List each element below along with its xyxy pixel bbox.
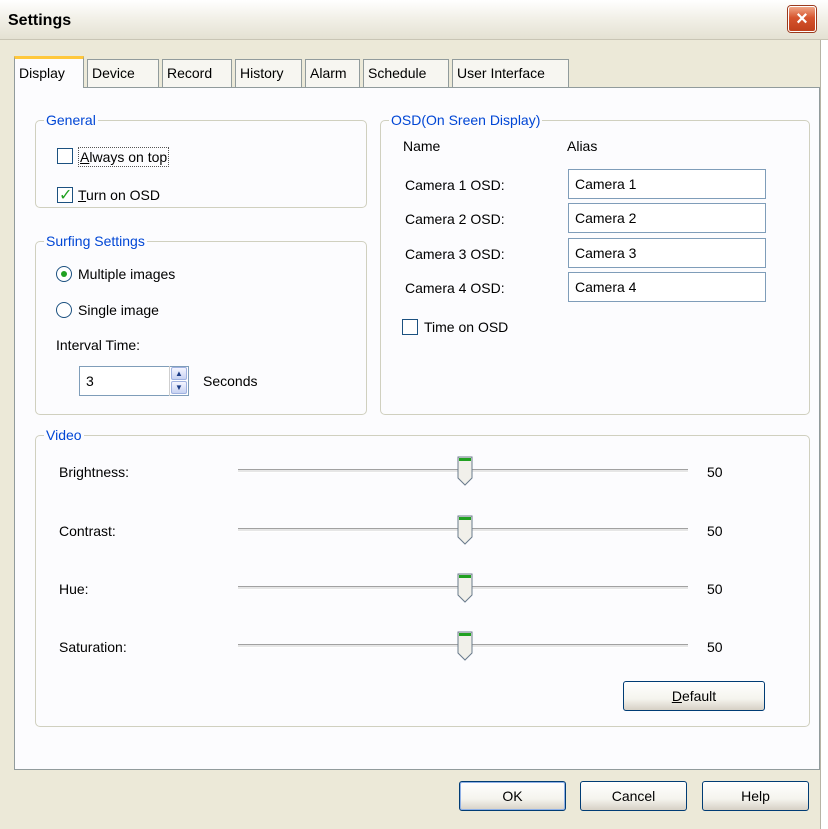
close-button[interactable]: × bbox=[788, 6, 816, 32]
video-group: Video Brightness: 50 Contrast: 50 Hue: 5… bbox=[35, 426, 810, 727]
surfing-settings-legend: Surfing Settings bbox=[44, 232, 147, 250]
saturation-slider-thumb[interactable] bbox=[457, 631, 473, 661]
background-window-edge bbox=[820, 40, 828, 829]
check-mark-icon: ✓ bbox=[59, 187, 73, 204]
radio-selected-dot bbox=[61, 271, 67, 277]
contrast-slider-thumb[interactable] bbox=[457, 515, 473, 545]
camera-2-alias-input[interactable]: Camera 2 bbox=[568, 203, 766, 233]
tab-alarm[interactable]: Alarm bbox=[305, 59, 360, 87]
default-button[interactable]: Default bbox=[623, 681, 765, 711]
interval-time-label: Interval Time: bbox=[56, 337, 141, 353]
settings-dialog: Settings × Display Device Record History… bbox=[0, 0, 828, 829]
contrast-value: 50 bbox=[707, 523, 723, 539]
cancel-button[interactable]: Cancel bbox=[580, 781, 687, 811]
camera-1-alias-input[interactable]: Camera 1 bbox=[568, 169, 766, 199]
time-on-osd-checkbox[interactable] bbox=[402, 319, 418, 335]
single-image-label[interactable]: Single image bbox=[78, 301, 159, 319]
hue-value: 50 bbox=[707, 581, 723, 597]
brightness-value: 50 bbox=[707, 464, 723, 480]
video-legend: Video bbox=[44, 426, 84, 444]
tab-schedule[interactable]: Schedule bbox=[363, 59, 449, 87]
multiple-images-label[interactable]: Multiple images bbox=[78, 265, 175, 283]
tab-user-interface[interactable]: User Interface bbox=[452, 59, 569, 87]
help-button[interactable]: Help bbox=[702, 781, 809, 811]
brightness-label: Brightness: bbox=[59, 464, 130, 480]
osd-alias-header: Alias bbox=[567, 138, 598, 154]
turn-on-osd-label[interactable]: Turn on OSD bbox=[78, 186, 160, 204]
contrast-label: Contrast: bbox=[59, 523, 116, 539]
camera-2-osd-label: Camera 2 OSD: bbox=[405, 211, 505, 227]
osd-name-header: Name bbox=[403, 138, 441, 154]
single-image-radio[interactable] bbox=[56, 302, 72, 318]
multiple-images-radio[interactable] bbox=[56, 266, 72, 282]
tab-record[interactable]: Record bbox=[162, 59, 232, 87]
turn-on-osd-checkbox[interactable]: ✓ bbox=[57, 187, 73, 204]
hue-label: Hue: bbox=[59, 581, 89, 597]
camera-4-alias-input[interactable]: Camera 4 bbox=[568, 272, 766, 302]
general-group: General Always on top ✓ Turn on OSD bbox=[35, 111, 367, 208]
osd-legend: OSD(On Sreen Display) bbox=[389, 111, 543, 129]
tab-display[interactable]: Display bbox=[14, 56, 84, 88]
general-legend: General bbox=[44, 111, 98, 129]
surfing-settings-group: Surfing Settings Multiple images Single … bbox=[35, 232, 367, 415]
always-on-top-checkbox[interactable] bbox=[57, 148, 73, 164]
close-icon: × bbox=[796, 8, 808, 30]
saturation-value: 50 bbox=[707, 639, 723, 655]
display-tab-panel: General Always on top ✓ Turn on OSD Surf… bbox=[14, 87, 820, 770]
always-on-top-label[interactable]: Always on top bbox=[78, 147, 170, 167]
spin-up-icon[interactable]: ▲ bbox=[171, 367, 187, 380]
window-title: Settings bbox=[8, 12, 72, 29]
camera-4-osd-label: Camera 4 OSD: bbox=[405, 280, 505, 296]
saturation-label: Saturation: bbox=[59, 639, 127, 655]
tab-device[interactable]: Device bbox=[87, 59, 159, 87]
seconds-label: Seconds bbox=[203, 373, 258, 389]
camera-3-osd-label: Camera 3 OSD: bbox=[405, 246, 505, 262]
spin-down-icon[interactable]: ▼ bbox=[171, 381, 187, 394]
interval-spinner[interactable]: ▲ ▼ bbox=[169, 366, 187, 396]
hue-slider-thumb[interactable] bbox=[457, 573, 473, 603]
camera-3-alias-input[interactable]: Camera 3 bbox=[568, 238, 766, 268]
ok-button[interactable]: OK bbox=[459, 781, 566, 811]
tab-history[interactable]: History bbox=[235, 59, 302, 87]
osd-group: OSD(On Sreen Display) Name Alias Camera … bbox=[380, 111, 810, 415]
brightness-slider-thumb[interactable] bbox=[457, 456, 473, 486]
time-on-osd-label[interactable]: Time on OSD bbox=[424, 318, 508, 336]
camera-1-osd-label: Camera 1 OSD: bbox=[405, 177, 505, 193]
title-bar[interactable]: Settings × bbox=[0, 0, 828, 40]
